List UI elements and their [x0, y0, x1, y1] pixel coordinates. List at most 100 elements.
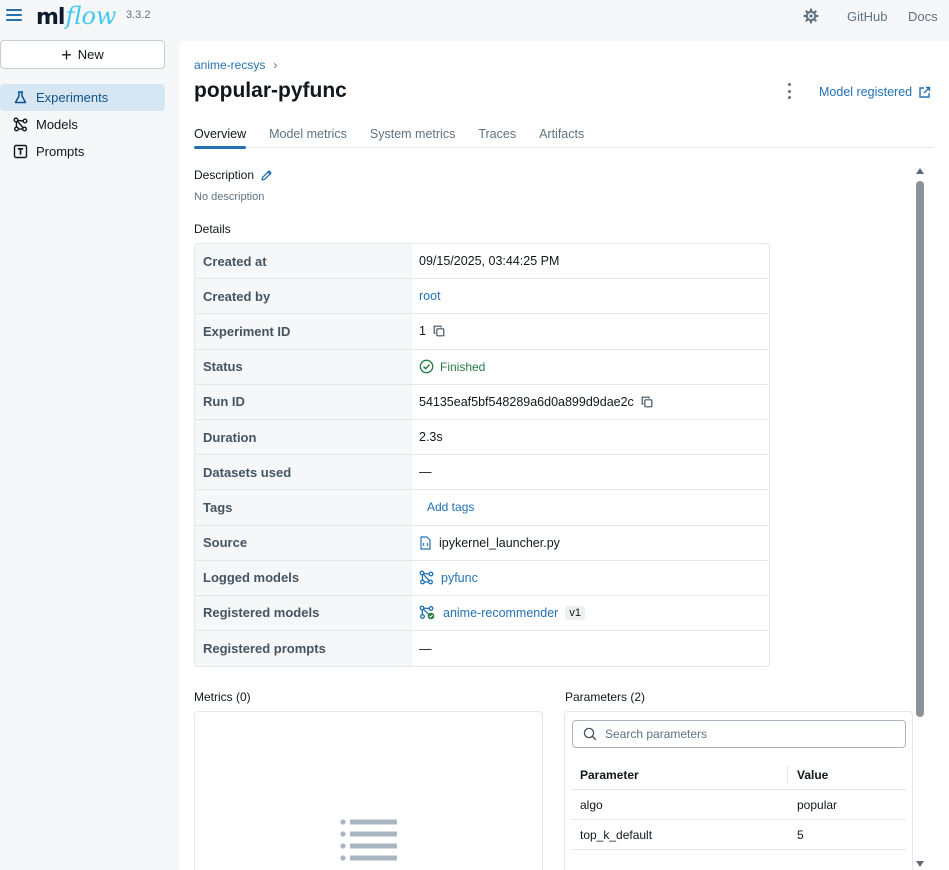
description-heading: Description — [194, 168, 273, 182]
sidebar-item-models[interactable]: Models — [0, 111, 165, 138]
description-label: Description — [194, 168, 255, 182]
description-text: No description — [194, 191, 265, 203]
table-row: top_k_default 5 — [572, 820, 906, 850]
sidebar-nav: Experiments Models Prompts — [0, 84, 165, 165]
tab-system-metrics[interactable]: System metrics — [370, 127, 455, 148]
param-value: 5 — [797, 827, 804, 842]
copy-icon[interactable] — [433, 325, 445, 337]
logged-model-link[interactable]: pyfunc — [441, 571, 478, 585]
detail-key: Created at — [195, 244, 412, 279]
prompt-icon — [13, 144, 28, 159]
datasets-value: — — [419, 465, 432, 480]
vertical-scrollbar[interactable] — [915, 165, 927, 870]
parameter-search — [572, 720, 906, 748]
table-row: Created at 09/15/2025, 03:44:25 PM — [195, 244, 769, 280]
new-button-label: New — [77, 47, 104, 62]
logo-ml-text: ml — [36, 5, 65, 30]
status-badge: Finished — [419, 359, 485, 374]
tab-overview[interactable]: Overview — [194, 127, 247, 149]
sidebar-item-label: Experiments — [36, 90, 109, 105]
gear-icon[interactable] — [803, 8, 819, 24]
param-name: algo — [580, 797, 603, 812]
registered-prompts-value: — — [419, 641, 432, 656]
external-link-icon — [919, 86, 931, 98]
created-at-value: 09/15/2025, 03:44:25 PM — [419, 254, 560, 269]
table-row: Duration 2.3s — [195, 419, 769, 456]
param-value: popular — [797, 797, 838, 812]
top-bar: ml flow 3.3.2 GitHub Docs — [0, 0, 949, 34]
parameters-heading: Parameters (2) — [565, 690, 646, 704]
detail-key: Run ID — [195, 384, 412, 419]
models-icon — [13, 117, 28, 132]
table-row: Source ipykernel_launcher.py — [195, 525, 769, 561]
more-options-icon[interactable] — [785, 83, 793, 99]
details-table: Created at 09/15/2025, 03:44:25 PM Creat… — [194, 243, 770, 668]
scroll-up-arrow-icon[interactable] — [916, 168, 924, 174]
search-icon — [583, 727, 597, 741]
sidebar-item-experiments[interactable]: Experiments — [0, 84, 165, 111]
column-header-value[interactable]: Value — [788, 768, 906, 782]
param-name: top_k_default — [580, 827, 653, 842]
check-circle-icon — [419, 359, 434, 374]
run-id-value: 54135eaf5bf548289a6d0a899d9dae2c — [419, 394, 634, 409]
copy-icon[interactable] — [641, 396, 653, 408]
experiment-id-value: 1 — [419, 324, 426, 339]
new-button[interactable]: + New — [0, 40, 165, 69]
source-value: ipykernel_launcher.py — [439, 535, 560, 550]
table-header-row: Parameter Value — [572, 760, 906, 790]
mlflow-logo[interactable]: ml flow — [36, 2, 116, 30]
column-header-parameter[interactable]: Parameter — [572, 760, 788, 789]
detail-key: Created by — [195, 279, 412, 314]
scroll-down-arrow-icon[interactable] — [916, 861, 924, 867]
page-title: popular-pyfunc — [194, 79, 347, 102]
logo-flow-text: flow — [65, 2, 117, 30]
add-tags-button[interactable]: Add tags — [427, 500, 474, 514]
detail-key: Registered models — [195, 595, 412, 631]
tab-model-metrics[interactable]: Model metrics — [269, 127, 347, 148]
search-parameters-input[interactable] — [605, 727, 885, 741]
table-row: Run ID 54135eaf5bf548289a6d0a899d9dae2c — [195, 384, 769, 420]
detail-key: Source — [195, 525, 412, 560]
registered-model-icon — [419, 606, 435, 620]
breadcrumb-experiment-link[interactable]: anime-recsys — [194, 58, 265, 72]
tab-traces[interactable]: Traces — [478, 127, 516, 148]
chevron-right-icon: › — [273, 58, 278, 72]
detail-key: Tags — [195, 490, 412, 525]
scrollbar-thumb[interactable] — [916, 181, 924, 717]
parameters-table: Parameter Value algo popular top_k_defau… — [572, 760, 906, 850]
model-registered-link[interactable]: Model registered — [819, 85, 931, 99]
tab-artifacts[interactable]: Artifacts — [539, 127, 584, 148]
table-row: Datasets used — — [195, 455, 769, 491]
table-row: algo popular — [572, 790, 906, 820]
empty-list-icon — [340, 819, 397, 861]
metrics-heading: Metrics (0) — [194, 690, 251, 704]
sidebar-item-label: Prompts — [36, 144, 85, 159]
model-version-badge: v1 — [565, 605, 585, 620]
details-heading: Details — [194, 222, 231, 236]
plus-icon: + — [61, 44, 72, 65]
registered-model-link[interactable]: anime-recommender — [443, 606, 558, 620]
table-row: Registered models anime-recommender v1 — [195, 595, 769, 632]
github-link[interactable]: GitHub — [847, 9, 887, 24]
table-row: Created by root — [195, 279, 769, 315]
sidebar-item-prompts[interactable]: Prompts — [0, 138, 165, 165]
table-row: Tags Add tags — [195, 490, 769, 526]
menu-icon[interactable] — [6, 7, 22, 23]
model-registered-label: Model registered — [819, 85, 913, 99]
parameters-panel: Parameter Value algo popular top_k_defau… — [564, 711, 913, 870]
detail-key: Registered prompts — [195, 631, 412, 667]
notebook-file-icon — [420, 535, 431, 550]
status-text: Finished — [440, 359, 486, 374]
detail-key: Status — [195, 349, 412, 384]
table-row: Registered prompts — — [195, 631, 769, 667]
run-tabs: Overview Model metrics System metrics Tr… — [194, 127, 934, 149]
table-row: Logged models pyfunc — [195, 560, 769, 596]
breadcrumb: anime-recsys › — [194, 58, 277, 72]
created-by-link[interactable]: root — [419, 289, 441, 303]
version-label: 3.3.2 — [126, 9, 151, 21]
flask-icon — [14, 91, 27, 104]
main-panel: anime-recsys › popular-pyfunc Model regi… — [179, 41, 949, 870]
pencil-icon[interactable] — [260, 169, 273, 182]
docs-link[interactable]: Docs — [908, 9, 938, 24]
table-row: Status Finished — [195, 349, 769, 385]
